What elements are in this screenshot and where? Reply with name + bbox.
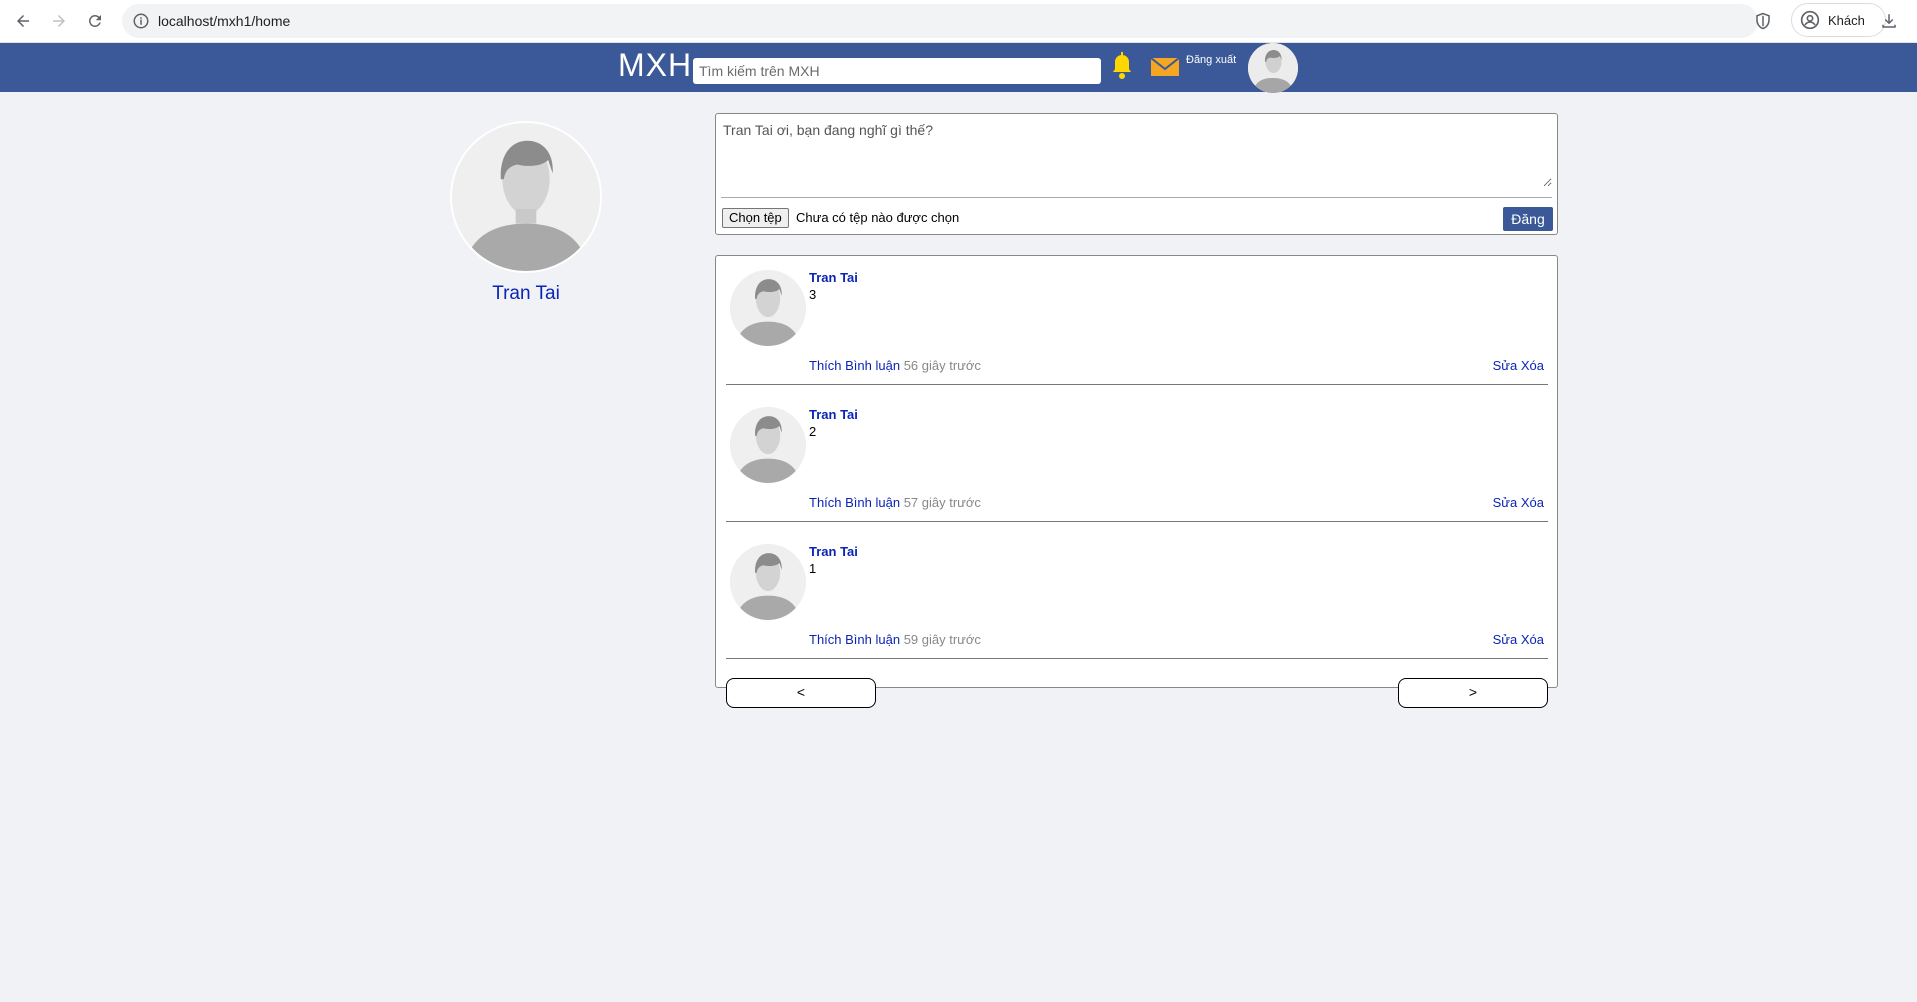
post-time: 59 giây trước — [903, 632, 981, 647]
comment-link[interactable]: Bình luận — [845, 495, 900, 510]
default-avatar-icon — [730, 270, 806, 346]
comment-link[interactable]: Bình luận — [845, 632, 900, 647]
profile-name[interactable]: Tran Tai — [420, 283, 632, 305]
next-page-button[interactable]: > — [1398, 678, 1548, 708]
shield-icon — [1756, 12, 1770, 30]
default-avatar-icon — [1248, 43, 1298, 93]
reload-button[interactable] — [80, 6, 110, 36]
delete-link[interactable]: Xóa — [1521, 495, 1544, 510]
forward-arrow-icon — [53, 15, 65, 27]
address-bar[interactable]: localhost/mxh1/home — [122, 4, 1758, 38]
post-content: 3 — [809, 287, 817, 302]
app-header: MXH Đăng xuất — [0, 43, 1917, 93]
info-icon[interactable] — [132, 12, 150, 30]
default-avatar-icon — [452, 123, 600, 271]
browser-toolbar: localhost/mxh1/home Khách — [0, 0, 1917, 43]
back-arrow-icon — [17, 15, 29, 27]
comment-link[interactable]: Bình luận — [845, 358, 900, 373]
prev-page-button[interactable]: < — [726, 678, 876, 708]
bell-icon[interactable] — [1110, 52, 1134, 82]
mail-icon[interactable] — [1150, 55, 1180, 79]
post-footer: Thích Bình luận 59 giây trước — [809, 632, 981, 647]
edit-link[interactable]: Sửa — [1493, 358, 1518, 373]
like-link[interactable]: Thích — [809, 632, 842, 647]
edit-link[interactable]: Sửa — [1493, 495, 1518, 510]
person-icon — [1800, 10, 1820, 30]
url-text[interactable]: localhost/mxh1/home — [158, 13, 290, 29]
brand-logo[interactable]: MXH — [618, 47, 692, 84]
post-avatar[interactable] — [730, 270, 806, 346]
post-author[interactable]: Tran Tai — [809, 270, 858, 285]
download-icon — [1882, 14, 1896, 28]
post-time: 56 giây trước — [903, 358, 981, 373]
post-avatar[interactable] — [730, 544, 806, 620]
post-button[interactable]: Đăng — [1503, 207, 1553, 231]
reload-icon — [88, 14, 101, 27]
profile-avatar[interactable] — [450, 121, 602, 273]
shield-button[interactable] — [1750, 8, 1776, 34]
post-composer: Chọn tệp Chưa có tệp nào được chọn Đăng — [715, 113, 1558, 235]
divider — [721, 197, 1552, 198]
status-textarea[interactable] — [721, 119, 1552, 187]
post-item: Tran Tai 2 Thích Bình luận 57 giây trước… — [726, 393, 1548, 522]
search-input[interactable] — [693, 58, 1101, 84]
like-link[interactable]: Thích — [809, 358, 842, 373]
post-footer: Thích Bình luận 57 giây trước — [809, 495, 981, 510]
post-item: Tran Tai 1 Thích Bình luận 59 giây trước… — [726, 530, 1548, 659]
post-author[interactable]: Tran Tai — [809, 407, 858, 422]
delete-link[interactable]: Xóa — [1521, 358, 1544, 373]
avatar[interactable] — [1248, 43, 1298, 93]
profile-button[interactable]: Khách — [1791, 3, 1886, 37]
post-footer: Thích Bình luận 56 giây trước — [809, 358, 981, 373]
download-button[interactable] — [1876, 8, 1902, 34]
file-status: Chưa có tệp nào được chọn — [796, 210, 960, 225]
default-avatar-icon — [730, 544, 806, 620]
back-button[interactable] — [8, 6, 38, 36]
logout-link[interactable]: Đăng xuất — [1186, 54, 1236, 66]
post-avatar[interactable] — [730, 407, 806, 483]
post-actions: Sửa Xóa — [1493, 495, 1544, 510]
like-link[interactable]: Thích — [809, 495, 842, 510]
profile-label: Khách — [1828, 12, 1865, 28]
post-time: 57 giây trước — [903, 495, 981, 510]
choose-file-button[interactable]: Chọn tệp — [722, 208, 789, 228]
edit-link[interactable]: Sửa — [1493, 632, 1518, 647]
forward-button[interactable] — [44, 6, 74, 36]
post-feed: Tran Tai 3 Thích Bình luận 56 giây trước… — [715, 255, 1558, 708]
post-content: 2 — [809, 424, 817, 439]
post-content: 1 — [809, 561, 817, 576]
post-author[interactable]: Tran Tai — [809, 544, 858, 559]
post-actions: Sửa Xóa — [1493, 632, 1544, 647]
post-actions: Sửa Xóa — [1493, 358, 1544, 373]
post-item: Tran Tai 3 Thích Bình luận 56 giây trước… — [726, 256, 1548, 385]
delete-link[interactable]: Xóa — [1521, 632, 1544, 647]
default-avatar-icon — [730, 407, 806, 483]
